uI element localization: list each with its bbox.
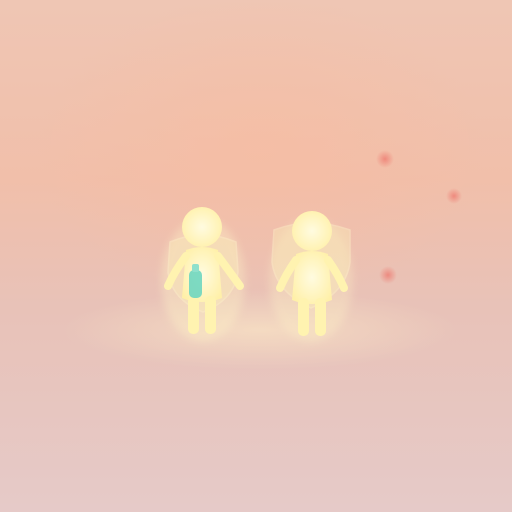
particle-dot bbox=[376, 150, 394, 168]
child-figure-with-shield-icon bbox=[269, 211, 353, 342]
particle-dot bbox=[446, 188, 462, 204]
glowing-figure-left bbox=[158, 200, 248, 350]
illustration-scene bbox=[0, 0, 512, 512]
glowing-figure-right bbox=[266, 200, 356, 350]
floor-glow bbox=[60, 290, 460, 370]
child-figure-with-shield-icon bbox=[161, 207, 245, 342]
particle-dot bbox=[379, 266, 397, 284]
vial-icon bbox=[189, 270, 202, 298]
